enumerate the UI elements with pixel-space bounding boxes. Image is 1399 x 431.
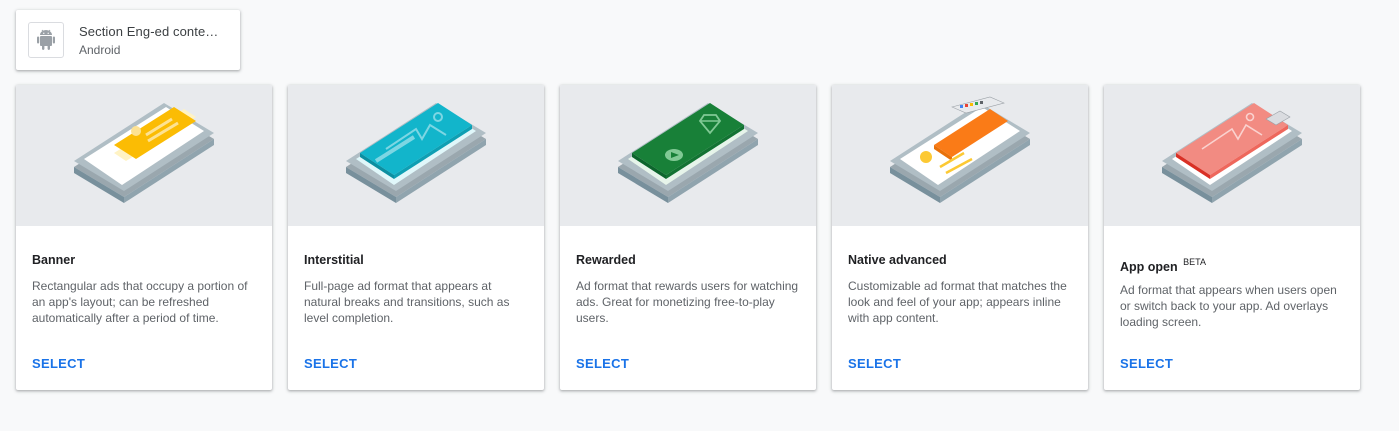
select-interstitial-button[interactable]: SELECT [304, 356, 357, 371]
ad-format-cards: Banner Rectangular ads that occupy a por… [16, 85, 1360, 390]
ad-format-card-app-open: App open BETA Ad format that appears whe… [1104, 85, 1360, 390]
ad-format-card-rewarded: Rewarded Ad format that rewards users fo… [560, 85, 816, 390]
interstitial-phone-icon [346, 102, 486, 203]
card-description: Ad format that rewards users for watchin… [576, 279, 799, 325]
rewarded-illustration [560, 85, 816, 226]
native-advanced-illustration [832, 85, 1088, 226]
select-app-open-button[interactable]: SELECT [1120, 356, 1173, 371]
card-title: Native advanced [848, 253, 947, 267]
card-title: Banner [32, 253, 76, 267]
app-open-phone-icon [1162, 102, 1302, 203]
app-name: Section Eng-ed conte… [79, 23, 219, 39]
select-banner-button[interactable]: SELECT [32, 356, 85, 371]
rewarded-phone-icon [618, 102, 758, 203]
app-selector-chip[interactable]: Section Eng-ed conte… Android [16, 10, 240, 70]
card-title: Interstitial [304, 253, 364, 267]
app-open-illustration [1104, 85, 1360, 226]
card-title-text: App open [1120, 260, 1178, 274]
interstitial-illustration [288, 85, 544, 226]
banner-illustration [16, 85, 272, 226]
ad-format-card-banner: Banner Rectangular ads that occupy a por… [16, 85, 272, 390]
app-icon-box [28, 22, 64, 58]
ad-format-card-native-advanced: Native advanced Customizable ad format t… [832, 85, 1088, 390]
android-icon [37, 29, 55, 50]
card-description: Rectangular ads that occupy a portion of… [32, 279, 248, 325]
select-native-advanced-button[interactable]: SELECT [848, 356, 901, 371]
card-description: Full-page ad format that appears at natu… [304, 279, 510, 325]
select-rewarded-button[interactable]: SELECT [576, 356, 629, 371]
native-phone-icon [890, 96, 1030, 203]
app-platform: Android [79, 42, 121, 57]
banner-phone-icon [74, 102, 214, 203]
card-description: Ad format that appears when users open o… [1120, 283, 1337, 329]
ad-format-card-interstitial: Interstitial Full-page ad format that ap… [288, 85, 544, 390]
beta-badge: BETA [1183, 257, 1206, 267]
card-title: Rewarded [576, 253, 636, 267]
card-title: App open BETA [1120, 257, 1206, 274]
card-description: Customizable ad format that matches the … [848, 279, 1067, 325]
